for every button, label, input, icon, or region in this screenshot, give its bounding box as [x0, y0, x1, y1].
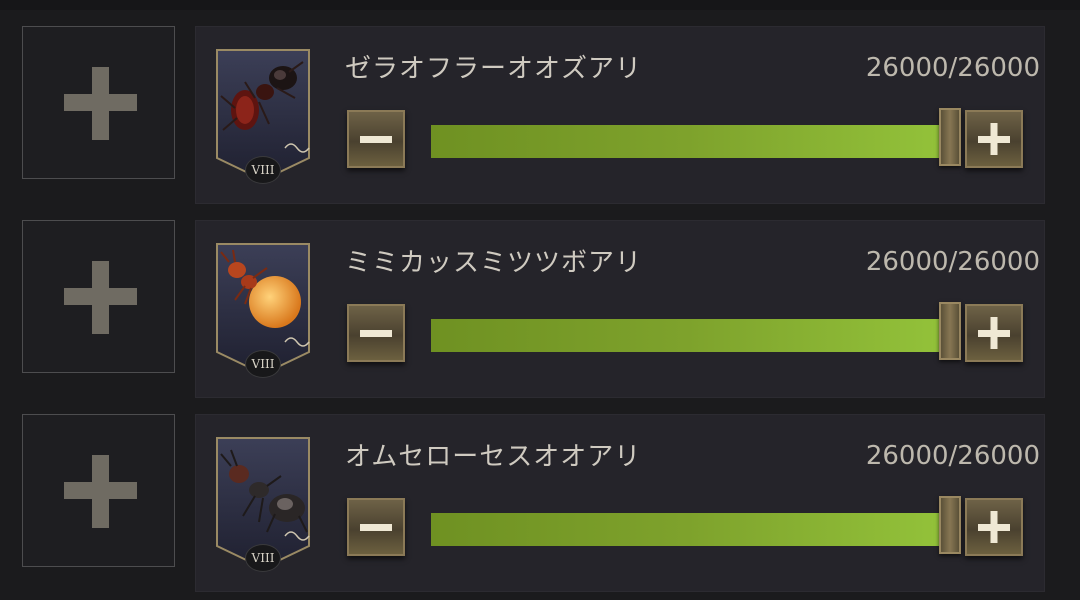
ant-name: オムセローセスオオアリ — [345, 442, 642, 472]
increase-button[interactable] — [965, 110, 1023, 168]
amount-slider-handle[interactable] — [939, 302, 961, 360]
rank-badge: VIII — [245, 544, 281, 572]
slot-row: VIII オムセローセスオオアリ 26000/26000 — [0, 414, 1080, 592]
ant-card[interactable]: VIII — [215, 48, 311, 186]
plus-icon — [64, 455, 137, 528]
amount-slider-track[interactable] — [431, 319, 943, 352]
decrease-button[interactable] — [347, 304, 405, 362]
decrease-button[interactable] — [347, 498, 405, 556]
minus-icon — [360, 330, 392, 337]
plus-icon — [978, 317, 1010, 349]
ant-card[interactable]: VIII — [215, 436, 311, 574]
amount-slider-fill — [431, 513, 943, 546]
amount-slider-handle[interactable] — [939, 496, 961, 554]
ant-count: 26000/26000 — [865, 53, 1040, 83]
ant-count: 26000/26000 — [865, 441, 1040, 471]
plus-icon — [64, 67, 137, 140]
amount-slider-handle[interactable] — [939, 108, 961, 166]
minus-icon — [360, 136, 392, 143]
ant-card[interactable]: VIII — [215, 242, 311, 380]
add-slot-button[interactable] — [22, 26, 175, 179]
plus-icon — [64, 261, 137, 334]
plus-icon — [978, 511, 1010, 543]
rank-badge: VIII — [245, 350, 281, 378]
amount-slider-fill — [431, 125, 943, 158]
amount-slider-fill — [431, 319, 943, 352]
ant-panel: VIII オムセローセスオオアリ 26000/26000 — [195, 414, 1045, 592]
slot-row: VIII ミミカッスミツツボアリ 26000/26000 — [0, 220, 1080, 398]
ant-name: ミミカッスミツツボアリ — [345, 248, 643, 278]
increase-button[interactable] — [965, 304, 1023, 362]
rank-badge: VIII — [245, 156, 281, 184]
ant-count: 26000/26000 — [865, 247, 1040, 277]
add-slot-button[interactable] — [22, 220, 175, 373]
increase-button[interactable] — [965, 498, 1023, 556]
add-slot-button[interactable] — [22, 414, 175, 567]
slot-row: VIII ゼラオフラーオオズアリ 26000/26000 — [0, 26, 1080, 204]
decrease-button[interactable] — [347, 110, 405, 168]
plus-icon — [978, 123, 1010, 155]
amount-slider-track[interactable] — [431, 513, 943, 546]
top-bar — [0, 0, 1080, 10]
amount-slider-track[interactable] — [431, 125, 943, 158]
ant-name: ゼラオフラーオオズアリ — [345, 54, 643, 84]
minus-icon — [360, 524, 392, 531]
ant-panel: VIII ミミカッスミツツボアリ 26000/26000 — [195, 220, 1045, 398]
ant-panel: VIII ゼラオフラーオオズアリ 26000/26000 — [195, 26, 1045, 204]
